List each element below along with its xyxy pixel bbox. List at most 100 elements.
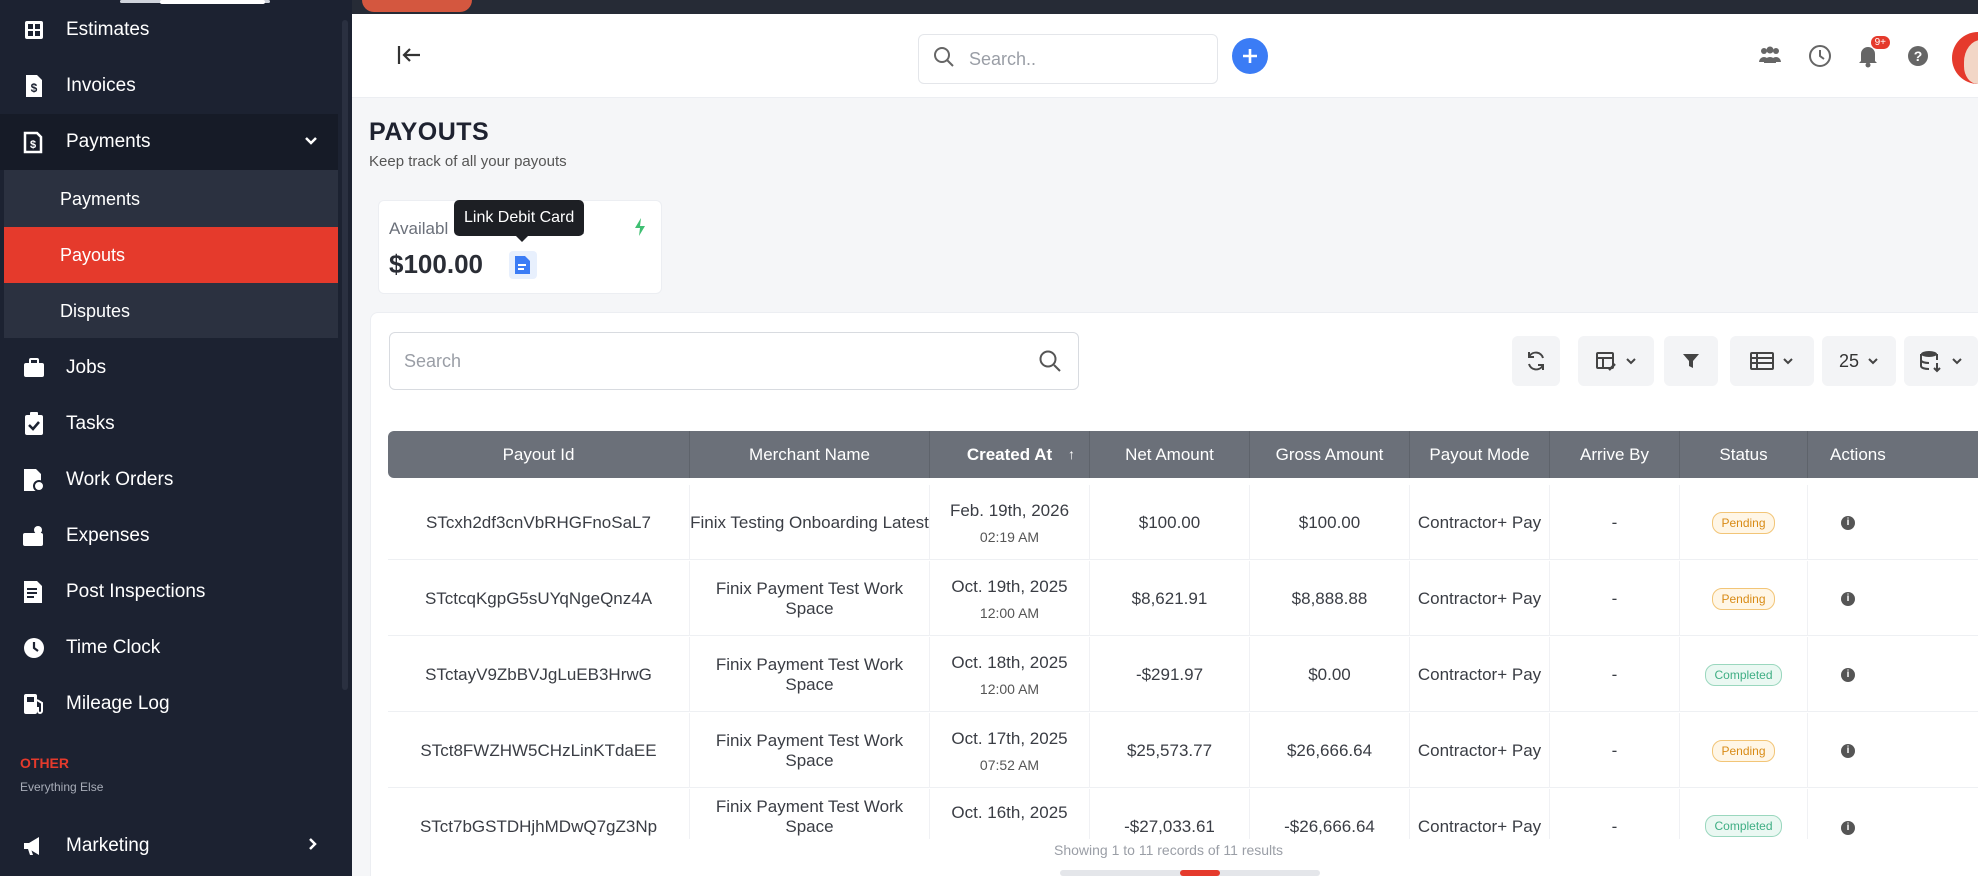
sidebar-item-marketing[interactable]: Marketing: [0, 818, 338, 874]
column-header-payout-id[interactable]: Payout Id: [388, 431, 690, 478]
info-icon[interactable]: i: [1841, 821, 1855, 835]
link-debit-card-button[interactable]: [509, 251, 537, 279]
actions-cell: i: [1808, 485, 1888, 560]
refresh-button[interactable]: [1512, 336, 1560, 386]
sidebar-item-jobs[interactable]: Jobs: [0, 340, 338, 396]
gross-amount-cell: $0.00: [1250, 637, 1410, 712]
status-badge: Pending: [1712, 511, 1775, 534]
actions-cell: i: [1808, 713, 1888, 788]
sidebar-item-payments[interactable]: $ Payments: [0, 114, 338, 170]
export-button[interactable]: [1904, 336, 1978, 386]
work-order-icon: [22, 468, 46, 492]
column-header-merchant-name[interactable]: Merchant Name: [690, 431, 930, 478]
net-amount-cell: $100.00: [1090, 485, 1250, 560]
sidebar-item-tasks[interactable]: Tasks: [0, 396, 338, 452]
notifications-button[interactable]: 9+: [1854, 36, 1890, 70]
created-date: Oct. 18th, 2025: [951, 652, 1068, 672]
sidebar-item-estimates[interactable]: Estimates: [0, 2, 338, 58]
page-size-select[interactable]: 25: [1822, 336, 1896, 386]
chevron-down-icon: [1626, 358, 1636, 365]
pagination-current-page[interactable]: [1180, 870, 1220, 876]
sort-ascending-icon: ↑: [1068, 446, 1075, 462]
created-date: Feb. 19th, 2026: [949, 500, 1070, 520]
column-header-payout-mode[interactable]: Payout Mode: [1410, 431, 1550, 478]
merchant-name-cell: Finix Payment Test Work Space: [690, 561, 930, 636]
column-settings-button[interactable]: [1578, 336, 1654, 386]
sidebar-item-label: Expenses: [66, 525, 150, 546]
global-search[interactable]: [918, 34, 1218, 84]
status-cell: Pending: [1680, 713, 1808, 788]
history-button[interactable]: [1806, 42, 1834, 70]
submenu-item-payments[interactable]: Payments: [4, 171, 338, 227]
plus-icon: [1243, 49, 1257, 63]
status-cell: Completed: [1680, 637, 1808, 712]
filter-icon: [1683, 354, 1699, 368]
submenu-item-payouts[interactable]: Payouts: [4, 227, 338, 283]
status-badge: Pending: [1712, 739, 1775, 762]
table-edit-icon: [1596, 352, 1616, 371]
chevron-down-icon: [1952, 358, 1962, 365]
team-button[interactable]: [1756, 42, 1784, 70]
instant-payout-bolt-icon[interactable]: [633, 217, 647, 242]
net-amount-cell: -$27,033.61: [1090, 789, 1250, 839]
merchant-name-cell: Finix Payment Test Work Space: [690, 789, 930, 839]
table-footer-summary: Showing 1 to 11 records of 11 results: [1054, 842, 1284, 858]
window-top-strip: [352, 0, 1978, 14]
clock-icon: [1809, 45, 1831, 67]
table-row[interactable]: STctcqKgpG5sUYqNgeQnz4A Finix Payment Te…: [388, 561, 1978, 636]
payout-mode-cell: Contractor+ Pay: [1410, 485, 1550, 560]
table-row[interactable]: STct8FWZHW5CHzLinKTdaEE Finix Payment Te…: [388, 713, 1978, 788]
sidebar-item-label: Marketing: [66, 835, 150, 856]
search-icon: [1038, 349, 1062, 378]
sidebar-scrollbar[interactable]: [342, 20, 348, 690]
submenu-item-disputes[interactable]: Disputes: [4, 283, 338, 339]
sidebar-item-mileage-log[interactable]: Mileage Log: [0, 676, 338, 732]
filter-button[interactable]: [1664, 336, 1718, 386]
table-search-input[interactable]: [404, 350, 1004, 372]
info-icon[interactable]: i: [1841, 591, 1855, 606]
svg-text:?: ?: [1914, 48, 1923, 64]
actions-cell: i: [1808, 789, 1888, 839]
column-header-net-amount[interactable]: Net Amount: [1090, 431, 1250, 478]
merchant-name-cell: Finix Payment Test Work Space: [690, 637, 930, 712]
submenu-item-label: Payouts: [60, 244, 126, 265]
expenses-icon: [22, 524, 46, 548]
info-icon[interactable]: i: [1841, 743, 1855, 758]
user-avatar[interactable]: [1952, 32, 1978, 84]
help-button[interactable]: ?: [1904, 42, 1932, 70]
created-time: 07:52 AM: [979, 756, 1040, 773]
sidebar: Estimates $ Invoices $ Payments Payments…: [0, 0, 352, 876]
sidebar-item-label: Payments: [66, 131, 151, 152]
column-header-created-at[interactable]: Created At ↑: [930, 431, 1090, 478]
column-header-status[interactable]: Status: [1680, 431, 1808, 478]
table-row[interactable]: STctayV9ZbBVJgLuEB3HrwG Finix Payment Te…: [388, 637, 1978, 712]
table-search[interactable]: [389, 332, 1079, 390]
list-view-icon: [1750, 352, 1774, 370]
notification-badge: 9+: [1870, 36, 1890, 49]
column-header-arrive-by[interactable]: Arrive By: [1550, 431, 1680, 478]
sidebar-item-invoices[interactable]: $ Invoices: [0, 58, 338, 114]
view-mode-button[interactable]: [1730, 336, 1814, 386]
collapse-sidebar-button[interactable]: [396, 42, 424, 70]
table-row[interactable]: STcxh2df3cnVbRHGFnoSaL7 Finix Testing On…: [388, 485, 1978, 560]
clipboard-check-icon: [22, 412, 46, 436]
created-date: Oct. 19th, 2025: [951, 576, 1068, 596]
info-icon[interactable]: i: [1841, 515, 1855, 530]
net-amount-cell: -$291.97: [1090, 637, 1250, 712]
column-header-gross-amount[interactable]: Gross Amount: [1250, 431, 1410, 478]
table-row[interactable]: STct7bGSTDHjhMDwQ7gZ3Np Finix Payment Te…: [388, 789, 1978, 839]
arrive-by-cell: -: [1550, 485, 1680, 560]
sidebar-item-time-clock[interactable]: Time Clock: [0, 620, 338, 676]
global-search-input[interactable]: [969, 48, 1189, 70]
add-new-button[interactable]: [1232, 38, 1268, 74]
page-subtitle: Keep track of all your payouts: [369, 153, 567, 170]
sidebar-item-expenses[interactable]: Expenses: [0, 508, 338, 564]
sidebar-item-post-inspections[interactable]: Post Inspections: [0, 564, 338, 620]
info-icon[interactable]: i: [1841, 667, 1855, 682]
gross-amount-cell: $26,666.64: [1250, 713, 1410, 788]
chevron-down-icon: [1868, 358, 1878, 365]
payout-id-cell: STctcqKgpG5sUYqNgeQnz4A: [388, 561, 690, 636]
sidebar-item-work-orders[interactable]: Work Orders: [0, 452, 338, 508]
payout-id-cell: STctayV9ZbBVJgLuEB3HrwG: [388, 637, 690, 712]
arrive-by-cell: -: [1550, 637, 1680, 712]
